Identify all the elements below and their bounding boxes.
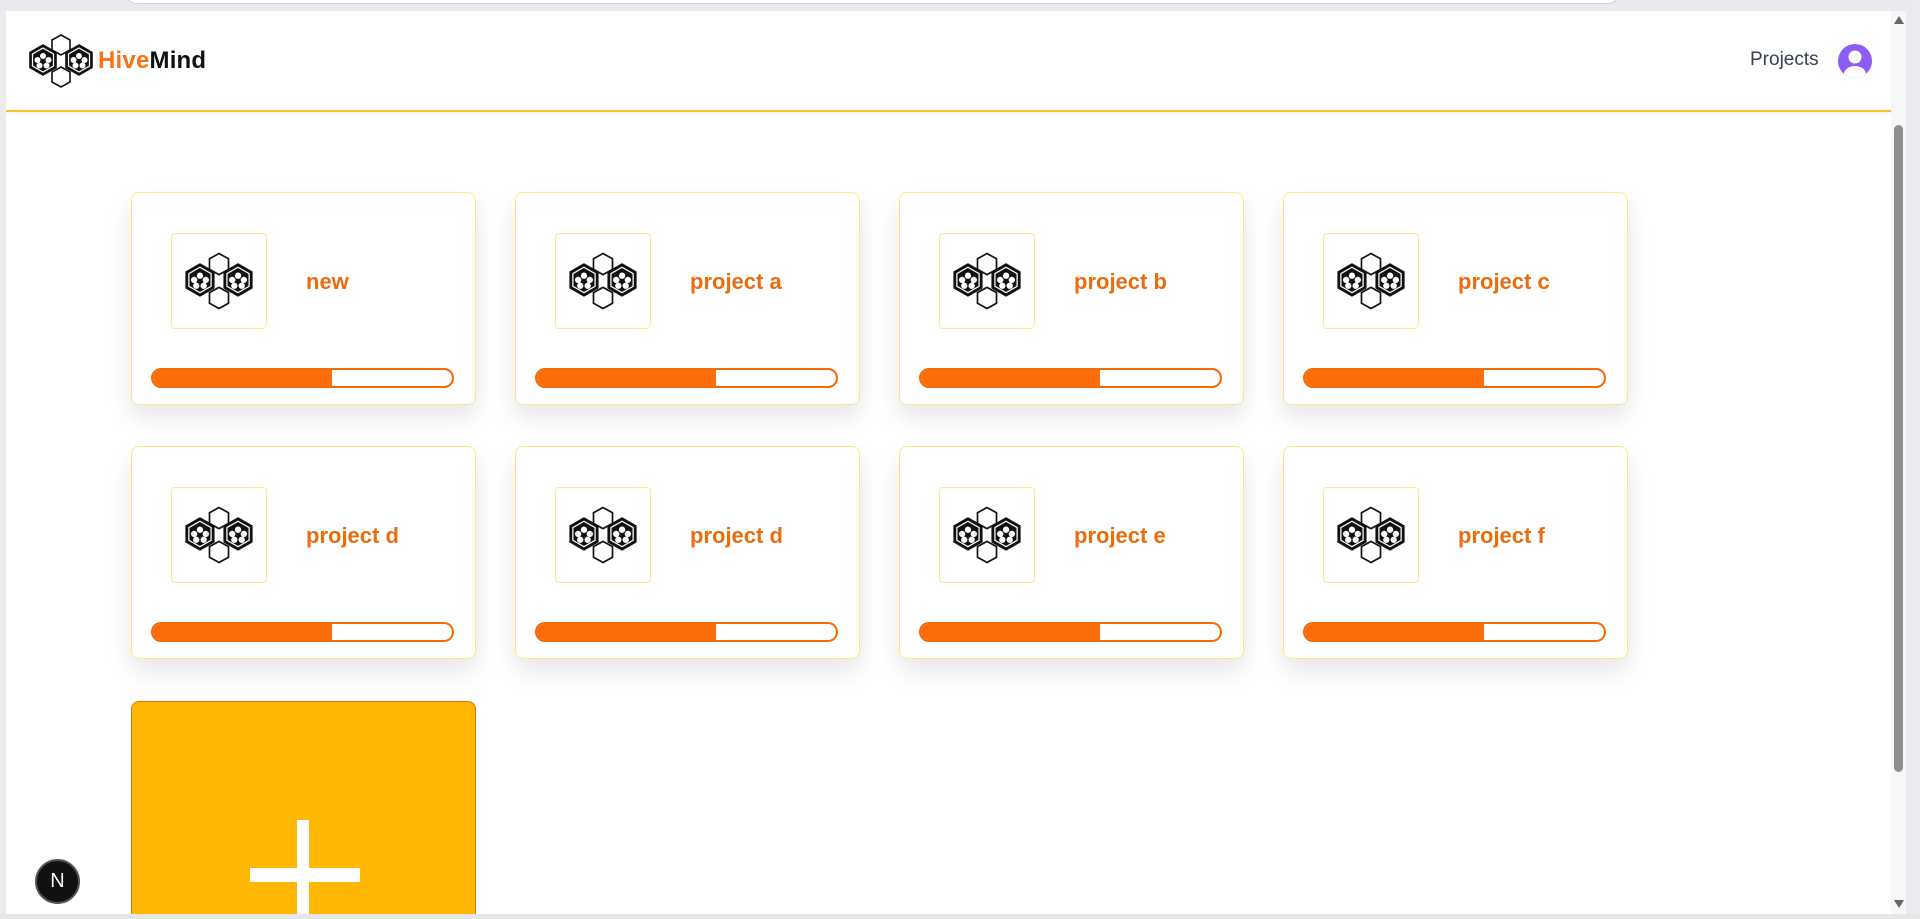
project-progress-bar	[1303, 368, 1606, 388]
project-title: project b	[1074, 269, 1167, 294]
user-avatar-icon[interactable]	[1838, 44, 1872, 78]
project-progress-fill	[921, 370, 1101, 386]
project-card[interactable]: new	[131, 192, 476, 405]
project-title: project d	[306, 523, 399, 548]
project-progress-bar	[151, 622, 454, 642]
project-progress-bar	[919, 368, 1222, 388]
project-progress-fill	[1305, 624, 1485, 640]
project-card[interactable]: project a	[515, 192, 860, 405]
project-card[interactable]: project d	[515, 446, 860, 659]
project-progress-fill	[153, 370, 333, 386]
top-header: HiveMind Projects	[6, 11, 1891, 112]
project-title: new	[306, 269, 349, 294]
nav-link-projects[interactable]: Projects	[1750, 49, 1819, 71]
browser-toolbar-edge	[0, 0, 1920, 11]
project-progress-bar	[535, 368, 838, 388]
project-progress-fill	[1305, 370, 1485, 386]
project-progress-fill	[537, 370, 717, 386]
hive-icon	[953, 506, 1021, 564]
project-thumbnail	[171, 487, 267, 583]
project-title: project e	[1074, 523, 1166, 548]
project-progress-fill	[153, 624, 333, 640]
plus-icon	[297, 820, 309, 914]
brand-name: HiveMind	[98, 47, 206, 75]
brand-name-hive: Hive	[98, 47, 150, 74]
hive-icon	[953, 252, 1021, 310]
project-progress-bar	[151, 368, 454, 388]
address-bar[interactable]	[125, 0, 1620, 4]
project-title: project a	[690, 269, 782, 294]
window-edge	[1906, 0, 1920, 919]
project-thumbnail	[1323, 233, 1419, 329]
scrollbar-thumb[interactable]	[1894, 125, 1903, 772]
project-card[interactable]: project f	[1283, 446, 1628, 659]
project-card[interactable]: project b	[899, 192, 1244, 405]
project-thumbnail	[939, 233, 1035, 329]
hive-logo-icon	[29, 34, 93, 88]
page-viewport: HiveMind Projects new project a project b p…	[6, 11, 1891, 914]
hive-icon	[1337, 252, 1405, 310]
project-title: project f	[1458, 523, 1545, 548]
project-progress-bar	[535, 622, 838, 642]
hive-icon	[185, 506, 253, 564]
project-thumbnail	[555, 487, 651, 583]
scroll-up-arrow-icon[interactable]	[1894, 16, 1904, 24]
window-bottom-edge	[0, 914, 1920, 919]
plus-icon-bar	[250, 868, 360, 882]
project-progress-fill	[537, 624, 717, 640]
project-card[interactable]: project e	[899, 446, 1244, 659]
hive-icon	[569, 252, 637, 310]
project-card[interactable]: project d	[131, 446, 476, 659]
project-progress-fill	[921, 624, 1101, 640]
project-thumbnail	[1323, 487, 1419, 583]
dev-tools-badge[interactable]: N	[35, 859, 80, 904]
hive-icon	[1337, 506, 1405, 564]
brand-logo-link[interactable]: HiveMind	[26, 33, 206, 89]
project-card[interactable]: project c	[1283, 192, 1628, 405]
hive-icon	[569, 506, 637, 564]
project-thumbnail	[555, 233, 651, 329]
scroll-down-arrow-icon[interactable]	[1894, 900, 1904, 908]
project-progress-bar	[1303, 622, 1606, 642]
brand-name-mind: Mind	[149, 47, 207, 74]
add-project-button[interactable]	[131, 701, 476, 914]
project-progress-bar	[919, 622, 1222, 642]
project-thumbnail	[171, 233, 267, 329]
project-title: project d	[690, 523, 783, 548]
project-title: project c	[1458, 269, 1550, 294]
hive-icon	[185, 252, 253, 310]
vertical-scrollbar[interactable]	[1891, 11, 1906, 914]
project-thumbnail	[939, 487, 1035, 583]
